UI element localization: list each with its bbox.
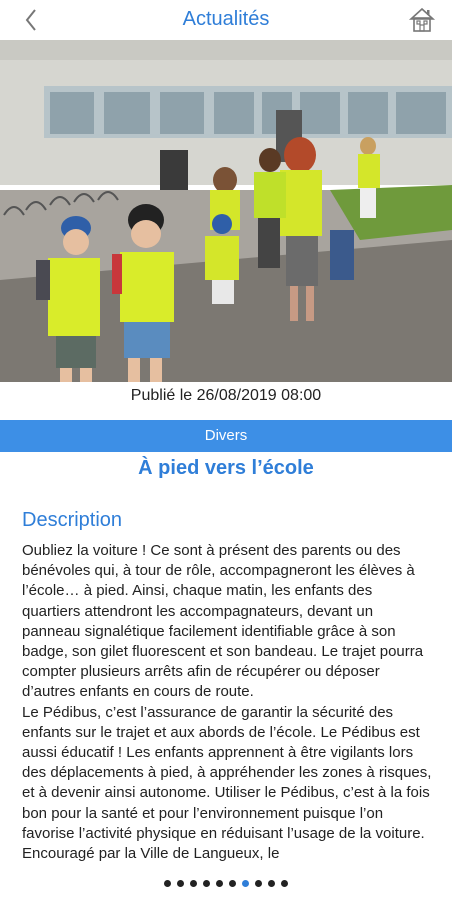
description-text: Oubliez la voiture ! Ce sont à présent d… bbox=[22, 542, 432, 863]
article-photo bbox=[0, 40, 452, 382]
page-dot[interactable] bbox=[190, 880, 197, 887]
page-dot[interactable] bbox=[216, 880, 223, 887]
category-badge: Divers bbox=[0, 420, 452, 452]
page-dot[interactable] bbox=[203, 880, 210, 887]
page-indicator bbox=[0, 880, 452, 887]
page-dot[interactable] bbox=[164, 880, 171, 887]
page-dot[interactable] bbox=[242, 880, 249, 887]
article-title: À pied vers l’école bbox=[138, 457, 314, 479]
page-dot[interactable] bbox=[268, 880, 275, 887]
page-dot[interactable] bbox=[229, 880, 236, 887]
page-dot[interactable] bbox=[281, 880, 288, 887]
description-heading: Description bbox=[22, 509, 123, 531]
page-dot[interactable] bbox=[177, 880, 184, 887]
app-header: Actualités bbox=[0, 0, 452, 40]
published-date: Publié le 26/08/2019 08:00 bbox=[130, 387, 322, 404]
page-title: Actualités bbox=[182, 8, 270, 30]
page-dot[interactable] bbox=[255, 880, 262, 887]
home-icon[interactable] bbox=[408, 6, 436, 34]
